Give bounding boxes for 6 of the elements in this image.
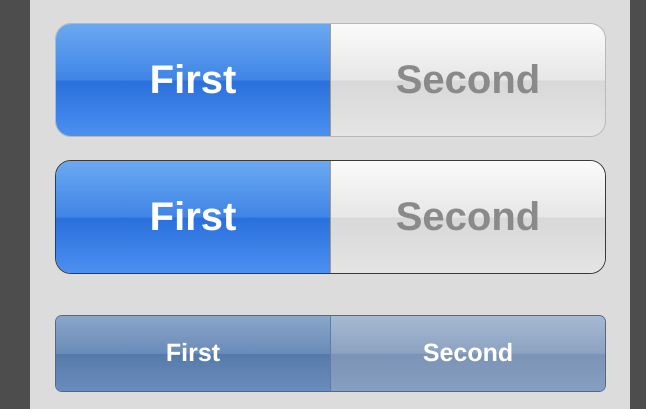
segment-tab[interactable]: Second bbox=[330, 24, 605, 136]
segment-tab[interactable]: First bbox=[56, 316, 330, 391]
segment-tab[interactable]: Second bbox=[330, 316, 605, 391]
segment-tab[interactable]: Second bbox=[330, 161, 605, 273]
segment-tab[interactable]: First bbox=[56, 161, 330, 273]
segment-tab[interactable]: First bbox=[56, 24, 330, 136]
